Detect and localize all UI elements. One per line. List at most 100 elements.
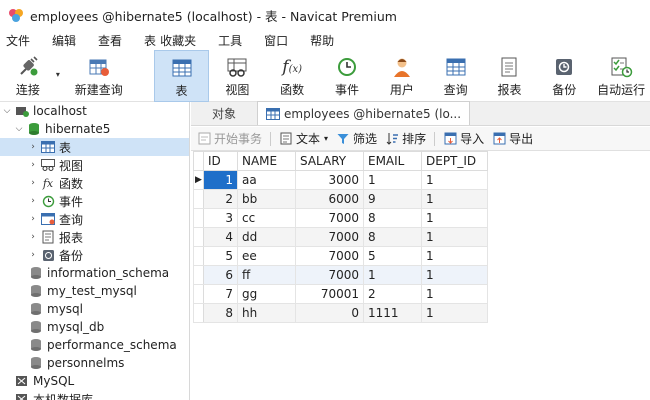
cell-email[interactable]: 8 [363, 208, 422, 228]
cell-email[interactable]: 8 [363, 227, 422, 247]
tree-database-hibernate5[interactable]: ⌵ hibernate5 [0, 120, 189, 138]
chevron-right-icon[interactable]: › [28, 142, 38, 152]
tree-database-personnelms[interactable]: personnelms [0, 354, 189, 372]
cell-name[interactable]: aa [237, 170, 296, 190]
cell-name[interactable]: bb [237, 189, 296, 209]
column-header-id[interactable]: ID [203, 151, 238, 171]
cell-dept-id[interactable]: 1 [421, 170, 488, 190]
tree-database-my-test-mysql[interactable]: my_test_mysql [0, 282, 189, 300]
tree-node-views[interactable]: › 视图 [0, 156, 189, 174]
tree-connection-localhost[interactable]: ⌵ localhost [0, 102, 189, 120]
menu-help[interactable]: 帮助 [310, 32, 334, 49]
tree-database-mysql[interactable]: mysql [0, 300, 189, 318]
tab-objects[interactable]: 对象 [191, 101, 257, 125]
tree-database-mysql-db[interactable]: mysql_db [0, 318, 189, 336]
export-button[interactable]: 导出 [492, 130, 533, 147]
table-row[interactable]: 7 gg 70001 2 1 [193, 284, 488, 304]
tree-node-tables[interactable]: › 表 [0, 138, 189, 156]
chevron-right-icon[interactable]: › [28, 232, 38, 242]
import-button[interactable]: 导入 [443, 130, 484, 147]
cell-id[interactable]: 2 [203, 189, 238, 209]
sort-button[interactable]: 排序 [385, 130, 426, 147]
cell-name[interactable]: ff [237, 265, 296, 285]
view-button[interactable]: 视图 [209, 50, 265, 102]
user-button[interactable]: 用户 [375, 50, 429, 102]
auto-run-button[interactable]: 自动运行 [592, 50, 650, 102]
chevron-down-icon[interactable]: ▾ [324, 134, 328, 143]
cell-dept-id[interactable]: 1 [421, 303, 488, 323]
cell-dept-id[interactable]: 1 [421, 189, 488, 209]
filter-button[interactable]: 筛选 [336, 130, 377, 147]
query-button[interactable]: 查询 [429, 50, 483, 102]
cell-name[interactable]: hh [237, 303, 296, 323]
tree-node-functions[interactable]: › fx 函数 [0, 174, 189, 192]
report-button[interactable]: 报表 [483, 50, 537, 102]
begin-transaction-button[interactable]: 开始事务 [197, 130, 262, 147]
cell-id[interactable]: 5 [203, 246, 238, 266]
menu-file[interactable]: 文件 [6, 32, 30, 49]
cell-id[interactable]: 4 [203, 227, 238, 247]
cell-dept-id[interactable]: 1 [421, 246, 488, 266]
cell-id[interactable]: 3 [203, 208, 238, 228]
cell-dept-id[interactable]: 1 [421, 227, 488, 247]
cell-id[interactable]: 1 [203, 170, 238, 190]
table-row[interactable]: 8 hh 0 1111 1 [193, 303, 488, 323]
table-row[interactable]: 3 cc 7000 8 1 [193, 208, 488, 228]
text-view-button[interactable]: 文本 ▾ [279, 130, 328, 147]
table-row[interactable]: 2 bb 6000 9 1 [193, 189, 488, 209]
chevron-right-icon[interactable]: › [28, 160, 38, 170]
table-row[interactable]: 5 ee 7000 5 1 [193, 246, 488, 266]
cell-email[interactable]: 1111 [363, 303, 422, 323]
menu-window[interactable]: 窗口 [264, 32, 288, 49]
column-header-email[interactable]: EMAIL [363, 151, 422, 171]
tree-node-queries[interactable]: › 查询 [0, 210, 189, 228]
chevron-right-icon[interactable]: › [28, 214, 38, 224]
cell-salary[interactable]: 7000 [295, 246, 364, 266]
cell-id[interactable]: 8 [203, 303, 238, 323]
tree-node-reports[interactable]: › 报表 [0, 228, 189, 246]
cell-name[interactable]: cc [237, 208, 296, 228]
chevron-down-icon[interactable]: ⌵ [14, 124, 24, 134]
menu-table[interactable]: 表 [144, 32, 156, 49]
column-header-name[interactable]: NAME [237, 151, 296, 171]
chevron-down-icon[interactable]: ⌵ [2, 106, 12, 116]
table-row[interactable]: 6 ff 7000 1 1 [193, 265, 488, 285]
backup-button[interactable]: 备份 [536, 50, 592, 102]
tab-employees[interactable]: employees @hibernate5 (lo... [257, 101, 471, 125]
column-header-salary[interactable]: SALARY [295, 151, 364, 171]
menu-tools[interactable]: 工具 [218, 32, 242, 49]
chevron-right-icon[interactable]: › [28, 250, 38, 260]
cell-salary[interactable]: 3000 [295, 170, 364, 190]
event-button[interactable]: 事件 [319, 50, 375, 102]
cell-email[interactable]: 2 [363, 284, 422, 304]
cell-salary[interactable]: 0 [295, 303, 364, 323]
menu-favorites[interactable]: 收藏夹 [160, 32, 196, 49]
function-button[interactable]: f(x) 函数 [265, 50, 319, 102]
menu-view[interactable]: 查看 [98, 32, 122, 49]
connect-button[interactable]: 连接 ▾ [0, 50, 60, 102]
cell-salary[interactable]: 7000 [295, 227, 364, 247]
cell-dept-id[interactable]: 1 [421, 265, 488, 285]
tree-node-events[interactable]: › 事件 [0, 192, 189, 210]
connect-dropdown-icon[interactable]: ▾ [56, 70, 60, 79]
new-query-button[interactable]: 新建查询 [62, 50, 136, 102]
cell-dept-id[interactable]: 1 [421, 208, 488, 228]
tree-database-performance-schema[interactable]: performance_schema [0, 336, 189, 354]
cell-email[interactable]: 1 [363, 265, 422, 285]
cell-name[interactable]: dd [237, 227, 296, 247]
cell-salary[interactable]: 7000 [295, 265, 364, 285]
cell-id[interactable]: 6 [203, 265, 238, 285]
cell-name[interactable]: gg [237, 284, 296, 304]
cell-email[interactable]: 9 [363, 189, 422, 209]
tree-database-information-schema[interactable]: information_schema [0, 264, 189, 282]
tree-node-backups[interactable]: › 备份 [0, 246, 189, 264]
table-row[interactable]: ▶ 1 aa 3000 1 1 [193, 170, 488, 190]
table-row[interactable]: 4 dd 7000 8 1 [193, 227, 488, 247]
cell-email[interactable]: 5 [363, 246, 422, 266]
tree-connection-mysql[interactable]: MySQL [0, 372, 189, 390]
cell-salary[interactable]: 70001 [295, 284, 364, 304]
cell-salary[interactable]: 6000 [295, 189, 364, 209]
cell-name[interactable]: ee [237, 246, 296, 266]
menu-edit[interactable]: 编辑 [52, 32, 76, 49]
tree-connection-local-database[interactable]: 本机数据库 [0, 390, 189, 400]
